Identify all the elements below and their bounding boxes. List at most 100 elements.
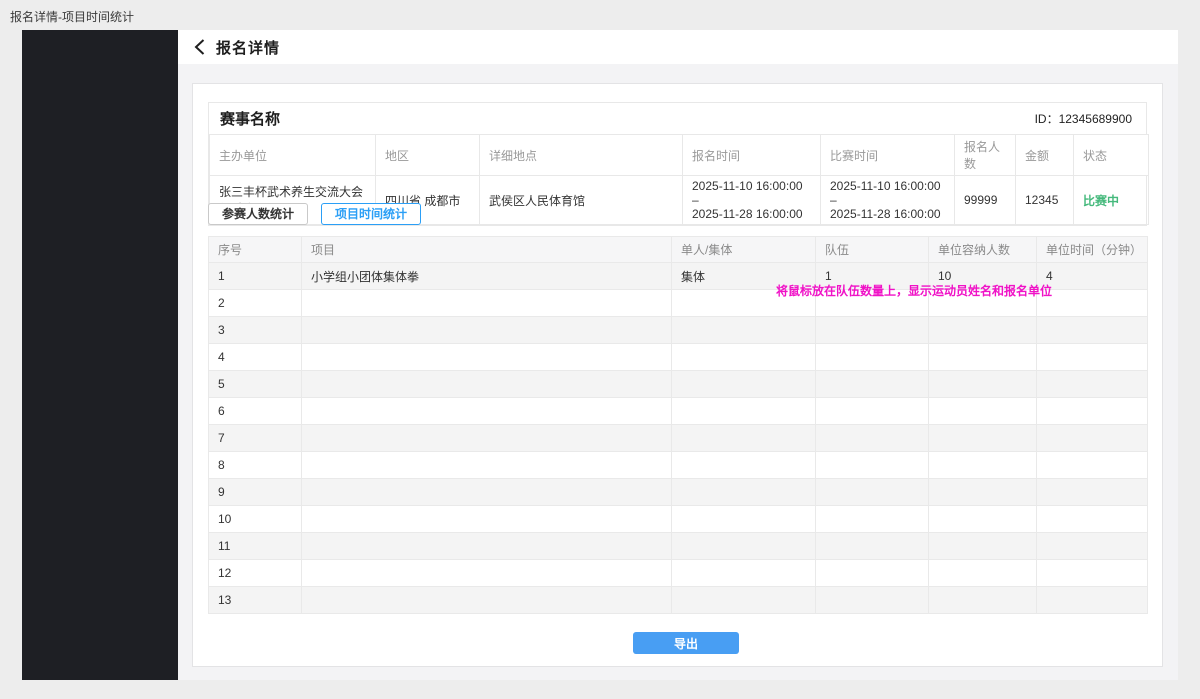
cell-project [302,317,672,344]
column-header-signup-count: 报名人数 [955,135,1016,176]
cell-capacity [929,371,1037,398]
cell-type [672,506,816,533]
cell-unit-time [1037,479,1148,506]
cell-project [302,371,672,398]
cell-unit-time [1037,317,1148,344]
cell-team[interactable] [816,317,929,344]
cell-index: 1 [209,263,302,290]
cell-type [672,452,816,479]
cell-project [302,533,672,560]
event-header-row: 主办单位 地区 详细地点 报名时间 比赛时间 报名人数 金额 状态 [210,135,1149,176]
event-id-value: 12345689900 [1059,112,1132,126]
chevron-left-icon [194,39,205,55]
cell-unit-time [1037,560,1148,587]
cell-type [672,344,816,371]
cell-type [672,425,816,452]
page-heading: 报名详情 [216,37,280,58]
cell-project [302,290,672,317]
column-header-status: 状态 [1074,135,1149,176]
cell-team[interactable] [816,371,929,398]
table-row: 10 [209,506,1148,533]
cell-team[interactable] [816,533,929,560]
column-header-amount: 金额 [1016,135,1074,176]
cell-index: 11 [209,533,302,560]
column-header-team: 队伍 [816,237,929,263]
cell-unit-time [1037,587,1148,614]
table-row: 5 [209,371,1148,398]
cell-project [302,425,672,452]
cell-project [302,506,672,533]
cell-index: 3 [209,317,302,344]
cell-unit-time [1037,290,1148,317]
column-header-index: 序号 [209,237,302,263]
column-header-project: 项目 [302,237,672,263]
tab-row: 参赛人数统计 项目时间统计 [208,203,421,225]
status-badge: 比赛中 [1074,176,1149,225]
cell-capacity [929,425,1037,452]
cell-capacity [929,560,1037,587]
cell-team[interactable] [816,344,929,371]
cell-index: 4 [209,344,302,371]
table-row: 11 [209,533,1148,560]
cell-type [672,317,816,344]
cell-index: 2 [209,290,302,317]
cell-project [302,398,672,425]
cell-unit-time [1037,398,1148,425]
cell-team[interactable] [816,398,929,425]
cell-index: 8 [209,452,302,479]
table-row: 3 [209,317,1148,344]
cell-team[interactable] [816,479,929,506]
cell-team[interactable] [816,560,929,587]
cell-team[interactable] [816,506,929,533]
app-canvas: 报名详情 赛事名称 ID：12345689900 主办单位 [22,30,1178,680]
table-row: 7 [209,425,1148,452]
cell-type [672,587,816,614]
cell-team[interactable] [816,425,929,452]
table-row: 4 [209,344,1148,371]
column-header-venue: 详细地点 [480,135,683,176]
page: 报名详情-项目时间统计 报名详情 赛事名称 [0,0,1200,699]
topbar: 报名详情 [178,30,1178,64]
event-id-label: ID： [1035,112,1059,126]
cell-project [302,560,672,587]
main-area: 报名详情 赛事名称 ID：12345689900 主办单位 [178,30,1178,680]
column-header-type: 单人/集体 [672,237,816,263]
cell-team[interactable] [816,452,929,479]
cell-capacity [929,479,1037,506]
amount-cell: 12345 [1016,176,1074,225]
column-header-signup-time: 报名时间 [683,135,821,176]
column-header-unit-time: 单位时间（分钟） [1037,237,1148,263]
cell-project: 小学组小团体集体拳 [302,263,672,290]
back-button[interactable] [194,39,205,55]
tab-project-time-stats[interactable]: 项目时间统计 [321,203,421,225]
column-header-region: 地区 [376,135,480,176]
cell-unit-time [1037,425,1148,452]
annotation-note: 将鼠标放在队伍数量上，显示运动员姓名和报名单位 [776,282,1052,299]
cell-index: 5 [209,371,302,398]
cell-index: 7 [209,425,302,452]
cell-team[interactable] [816,587,929,614]
column-header-capacity: 单位容纳人数 [929,237,1037,263]
column-header-organizer: 主办单位 [210,135,376,176]
table-row: 6 [209,398,1148,425]
cell-unit-time [1037,452,1148,479]
cell-index: 9 [209,479,302,506]
match-time-cell: 2025-11-10 16:00:00 – 2025-11-28 16:00:0… [821,176,955,225]
cell-project [302,452,672,479]
cell-unit-time: 4 [1037,263,1148,290]
table-row: 9 [209,479,1148,506]
cell-capacity [929,506,1037,533]
cell-index: 6 [209,398,302,425]
export-button[interactable]: 导出 [633,632,739,654]
cell-type [672,533,816,560]
event-card-header: 赛事名称 ID：12345689900 [209,103,1146,134]
tab-attendance-stats[interactable]: 参赛人数统计 [208,203,308,225]
venue-cell: 武侯区人民体育馆 [480,176,683,225]
content-panel: 赛事名称 ID：12345689900 主办单位 地区 详细地点 报名时间 [192,83,1163,667]
page-title: 报名详情-项目时间统计 [10,8,134,25]
cell-type [672,371,816,398]
cell-type [672,560,816,587]
cell-unit-time [1037,344,1148,371]
cell-capacity [929,533,1037,560]
cell-type [672,398,816,425]
